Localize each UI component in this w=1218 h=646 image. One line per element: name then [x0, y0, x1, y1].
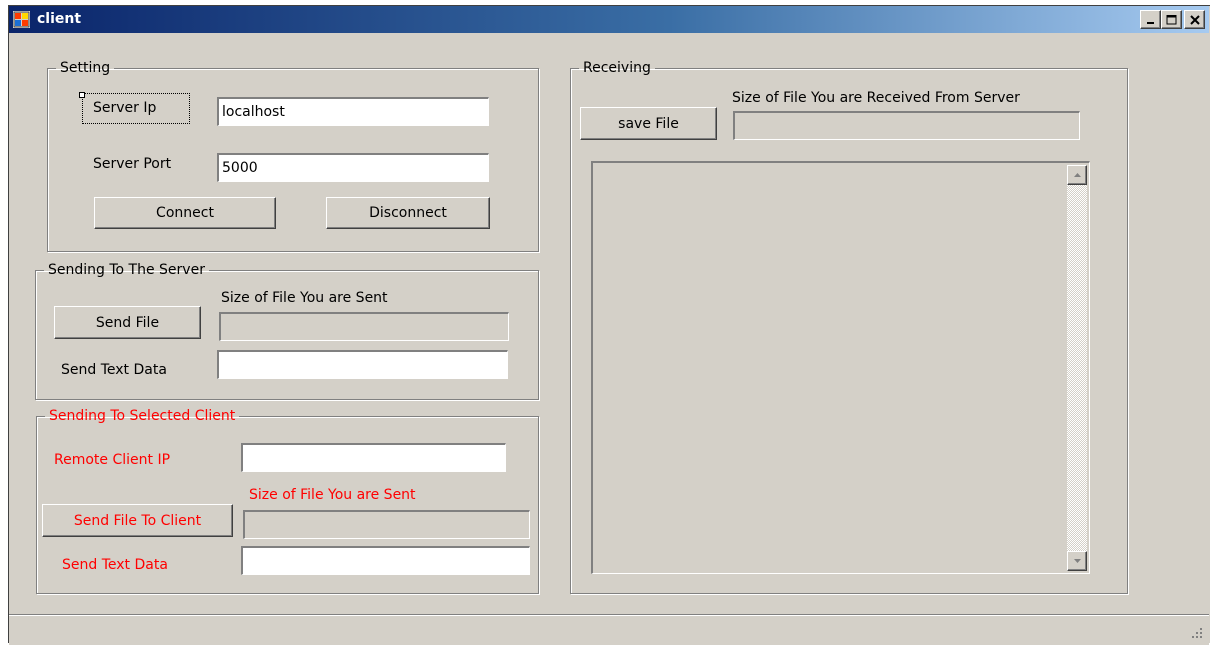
window-title: client	[37, 11, 82, 27]
vertical-scrollbar[interactable]	[1067, 165, 1087, 571]
sent-size-field	[219, 312, 509, 341]
client-sent-size-label: Size of File You are Sent	[249, 487, 416, 503]
title-bar[interactable]: client	[9, 6, 1209, 33]
focus-handle-icon	[79, 92, 85, 98]
sent-size-label: Size of File You are Sent	[221, 290, 388, 306]
close-icon	[1189, 14, 1200, 25]
maximize-button[interactable]	[1161, 10, 1182, 29]
app-icon	[13, 11, 30, 28]
client-window: client Setting Server Ip Server Port Con…	[8, 5, 1210, 645]
client-send-text-input[interactable]	[241, 546, 530, 575]
client-sent-size-field	[243, 510, 530, 539]
scroll-down-button[interactable]	[1067, 551, 1087, 571]
send-file-to-client-button[interactable]: Send File To Client	[42, 504, 233, 537]
client-send-text-label: Send Text Data	[62, 557, 168, 573]
received-size-label: Size of File You are Received From Serve…	[732, 90, 1020, 106]
maximize-icon	[1166, 14, 1177, 24]
received-list[interactable]	[591, 161, 1090, 574]
close-button[interactable]	[1184, 10, 1205, 29]
status-bar	[9, 614, 1209, 645]
server-port-label: Server Port	[93, 156, 172, 172]
connect-button[interactable]: Connect	[94, 197, 276, 229]
minimize-icon	[1146, 21, 1154, 24]
server-ip-label: Server Ip	[93, 100, 157, 116]
arrow-up-icon	[1073, 173, 1081, 177]
server-port-input[interactable]	[217, 153, 489, 182]
received-size-field	[733, 111, 1080, 140]
minimize-button[interactable]	[1140, 10, 1161, 29]
save-file-button[interactable]: save File	[580, 107, 717, 140]
scroll-up-button[interactable]	[1067, 165, 1087, 185]
remote-client-ip-input[interactable]	[241, 443, 506, 472]
remote-client-ip-label: Remote Client IP	[54, 452, 171, 468]
disconnect-button[interactable]: Disconnect	[326, 197, 490, 229]
sending-server-legend: Sending To The Server	[48, 262, 205, 278]
setting-legend: Setting	[60, 60, 111, 76]
arrow-down-icon	[1073, 559, 1081, 563]
sending-client-legend: Sending To Selected Client	[49, 408, 236, 424]
send-text-label: Send Text Data	[61, 362, 167, 378]
server-ip-input[interactable]	[217, 97, 489, 126]
receiving-legend: Receiving	[583, 60, 651, 76]
send-file-button[interactable]: Send File	[54, 306, 201, 339]
resize-grip-icon[interactable]	[1191, 627, 1203, 639]
send-text-input[interactable]	[217, 350, 508, 379]
